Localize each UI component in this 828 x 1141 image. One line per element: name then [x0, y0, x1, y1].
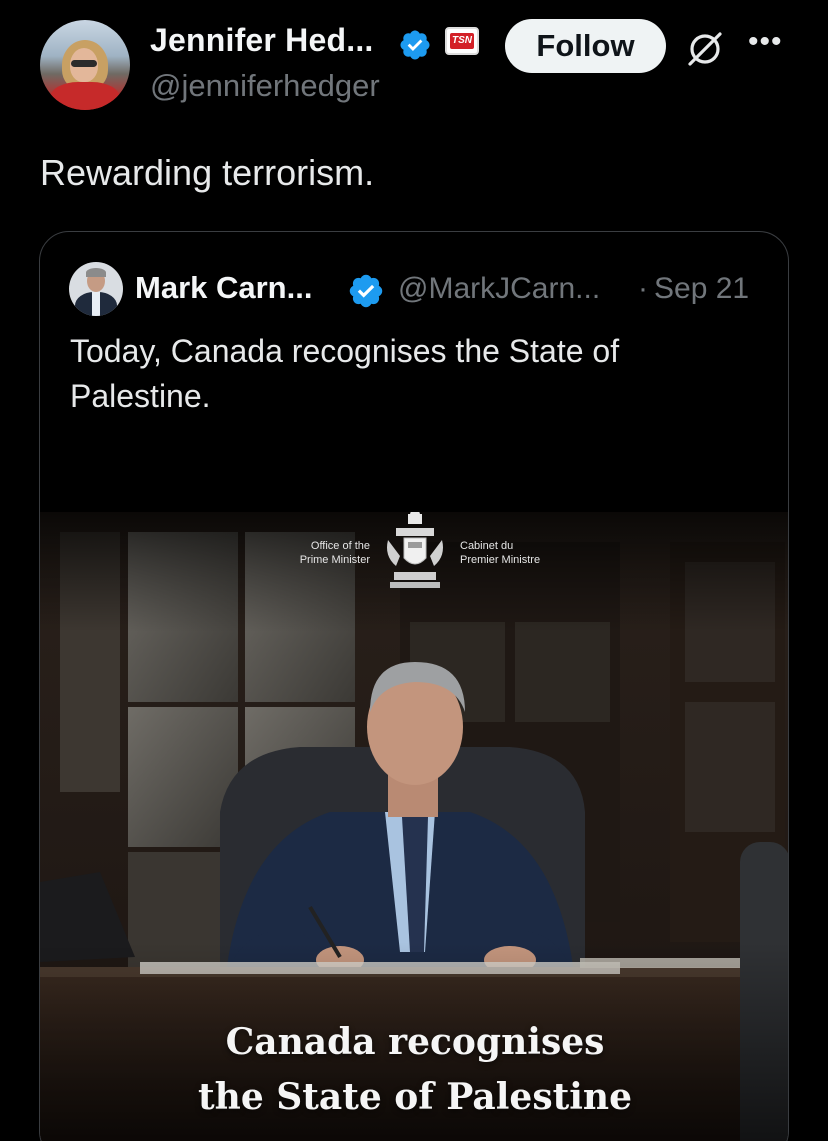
- quoted-tweet-date[interactable]: Sep 21: [654, 272, 749, 306]
- verified-badge-icon: [400, 30, 430, 60]
- affiliation-badge-icon[interactable]: TSN: [445, 27, 479, 55]
- tweet-view: Jennifer Hed... TSN @jenniferhedger Foll…: [0, 0, 828, 1141]
- tweet-text: Rewarding terrorism.: [40, 152, 375, 193]
- more-options-icon[interactable]: •••: [748, 27, 788, 57]
- meta-separator: ·: [638, 272, 648, 305]
- quoted-tweet-media[interactable]: Office of the Prime Minister Cabinet du …: [40, 512, 788, 1141]
- quoted-author-avatar[interactable]: [69, 262, 123, 316]
- coat-of-arms-icon: [387, 512, 443, 588]
- quoted-tweet-text: Today, Canada recognises the State of Pa…: [70, 333, 620, 414]
- office-en-label: Office of the Prime Minister: [299, 540, 370, 566]
- quoted-tweet-card[interactable]: Mark Carn... @MarkJCarn... · Sep 21 Toda…: [39, 231, 789, 1141]
- affiliation-badge-label: TSN: [450, 33, 474, 49]
- author-handle[interactable]: @jenniferhedger: [150, 68, 380, 104]
- media-caption: Canada recognises the State of Palestine: [198, 1021, 632, 1118]
- quoted-author-display-name[interactable]: Mark Carn...: [135, 270, 312, 306]
- office-fr-label: Cabinet du Premier Ministre: [460, 540, 541, 566]
- quoted-verified-badge-icon: [349, 274, 383, 308]
- follow-button[interactable]: Follow: [505, 19, 666, 73]
- author-display-name[interactable]: Jennifer Hed...: [150, 22, 374, 59]
- author-avatar[interactable]: [40, 20, 130, 110]
- grok-icon[interactable]: [684, 28, 726, 70]
- tweet-header: Jennifer Hed... TSN @jenniferhedger Foll…: [0, 0, 828, 120]
- quoted-author-handle[interactable]: @MarkJCarn...: [398, 272, 600, 306]
